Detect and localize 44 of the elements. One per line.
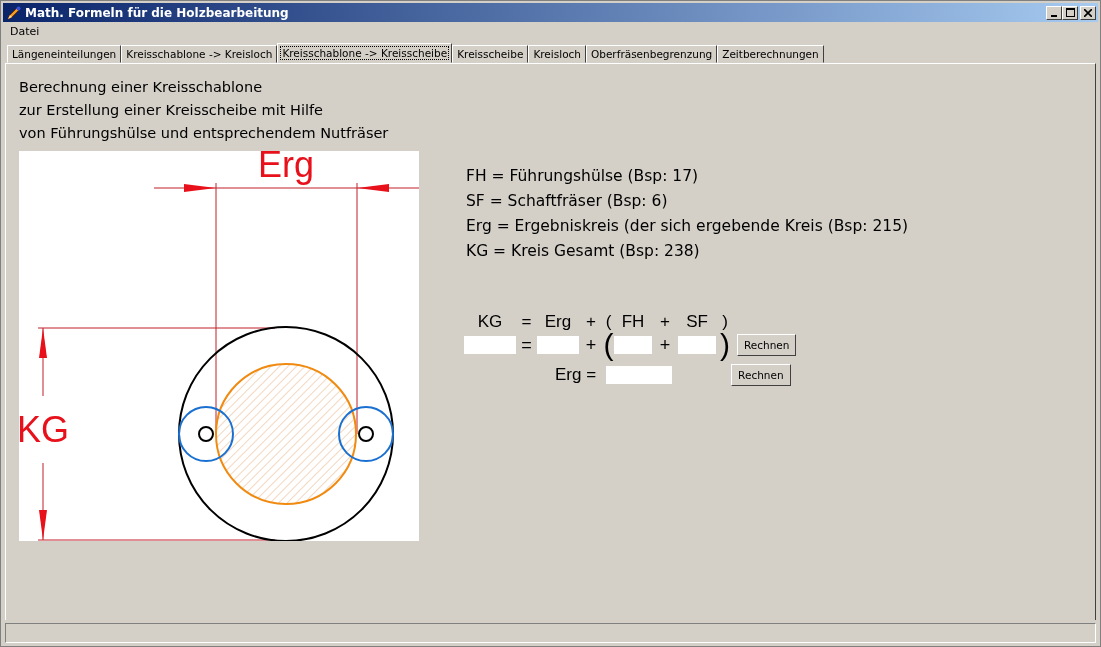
legend-text: SF = Schaftfräser (Bsp: 6) xyxy=(466,191,669,212)
description-text: von Führungshülse und entsprechendem Nutfräser xyxy=(19,124,390,143)
legend-text: KG = Kreis Gesamt (Bsp: 238) xyxy=(466,241,701,262)
legend-text: Erg = Ergebniskreis (der sich ergebende Kreis (Bsp: 215) xyxy=(466,216,909,237)
minimize-button[interactable] xyxy=(1046,5,1062,20)
calculate-button[interactable]: Rechnen xyxy=(737,334,797,356)
tab[interactable]: Kreisschablone -> Kreisscheibe xyxy=(277,43,453,63)
close-icon xyxy=(1084,8,1092,17)
formula-label: SF xyxy=(685,312,709,332)
input-field[interactable] xyxy=(464,336,516,354)
result-field[interactable] xyxy=(606,366,673,384)
input-field[interactable] xyxy=(537,336,579,354)
operator-text: + xyxy=(658,334,672,356)
tab[interactable]: Oberfräsenbegrenzung xyxy=(586,45,718,63)
window-title: Math. Formeln für die Holzbearbeitung xyxy=(25,5,289,20)
circle-template-drawing: Erg KG xyxy=(19,151,419,541)
tab[interactable]: Zeitberechnungen xyxy=(717,45,824,63)
pencil-icon xyxy=(6,4,22,21)
input-field[interactable] xyxy=(678,336,716,354)
operator-text: = xyxy=(520,334,533,356)
formula-label: ( xyxy=(604,312,613,332)
tab[interactable]: Längeneinteilungen xyxy=(7,45,122,63)
description-text: Berechnung einer Kreisschablone xyxy=(19,78,264,97)
menu-item[interactable]: Datei xyxy=(5,24,45,38)
tab[interactable]: Kreisschablone -> Kreisloch xyxy=(121,45,278,63)
description-text: zur Erstellung einer Kreisscheibe mit Hilfe xyxy=(19,101,325,120)
formula-label: FH xyxy=(620,312,646,332)
maximize-icon xyxy=(1065,8,1075,17)
legend-text: FH = Führungshülse (Bsp: 17) xyxy=(466,166,700,187)
formula-label: + xyxy=(585,312,597,332)
formula-label: ) xyxy=(721,312,729,332)
minimize-icon xyxy=(1051,14,1057,17)
formula-label: = xyxy=(520,312,533,332)
formula-label: + xyxy=(659,312,671,332)
maximize-button[interactable] xyxy=(1062,5,1078,20)
formula-label: Erg xyxy=(543,312,573,332)
input-field[interactable] xyxy=(614,336,652,354)
formula-label: KG xyxy=(476,312,504,332)
tab[interactable]: Kreisscheibe xyxy=(452,45,529,63)
tab[interactable]: Kreisloch xyxy=(528,45,586,63)
calculate-button[interactable]: Rechnen xyxy=(731,364,791,386)
close-button[interactable] xyxy=(1080,5,1096,20)
result-label: Erg = xyxy=(555,365,597,385)
operator-text: + xyxy=(584,334,598,356)
